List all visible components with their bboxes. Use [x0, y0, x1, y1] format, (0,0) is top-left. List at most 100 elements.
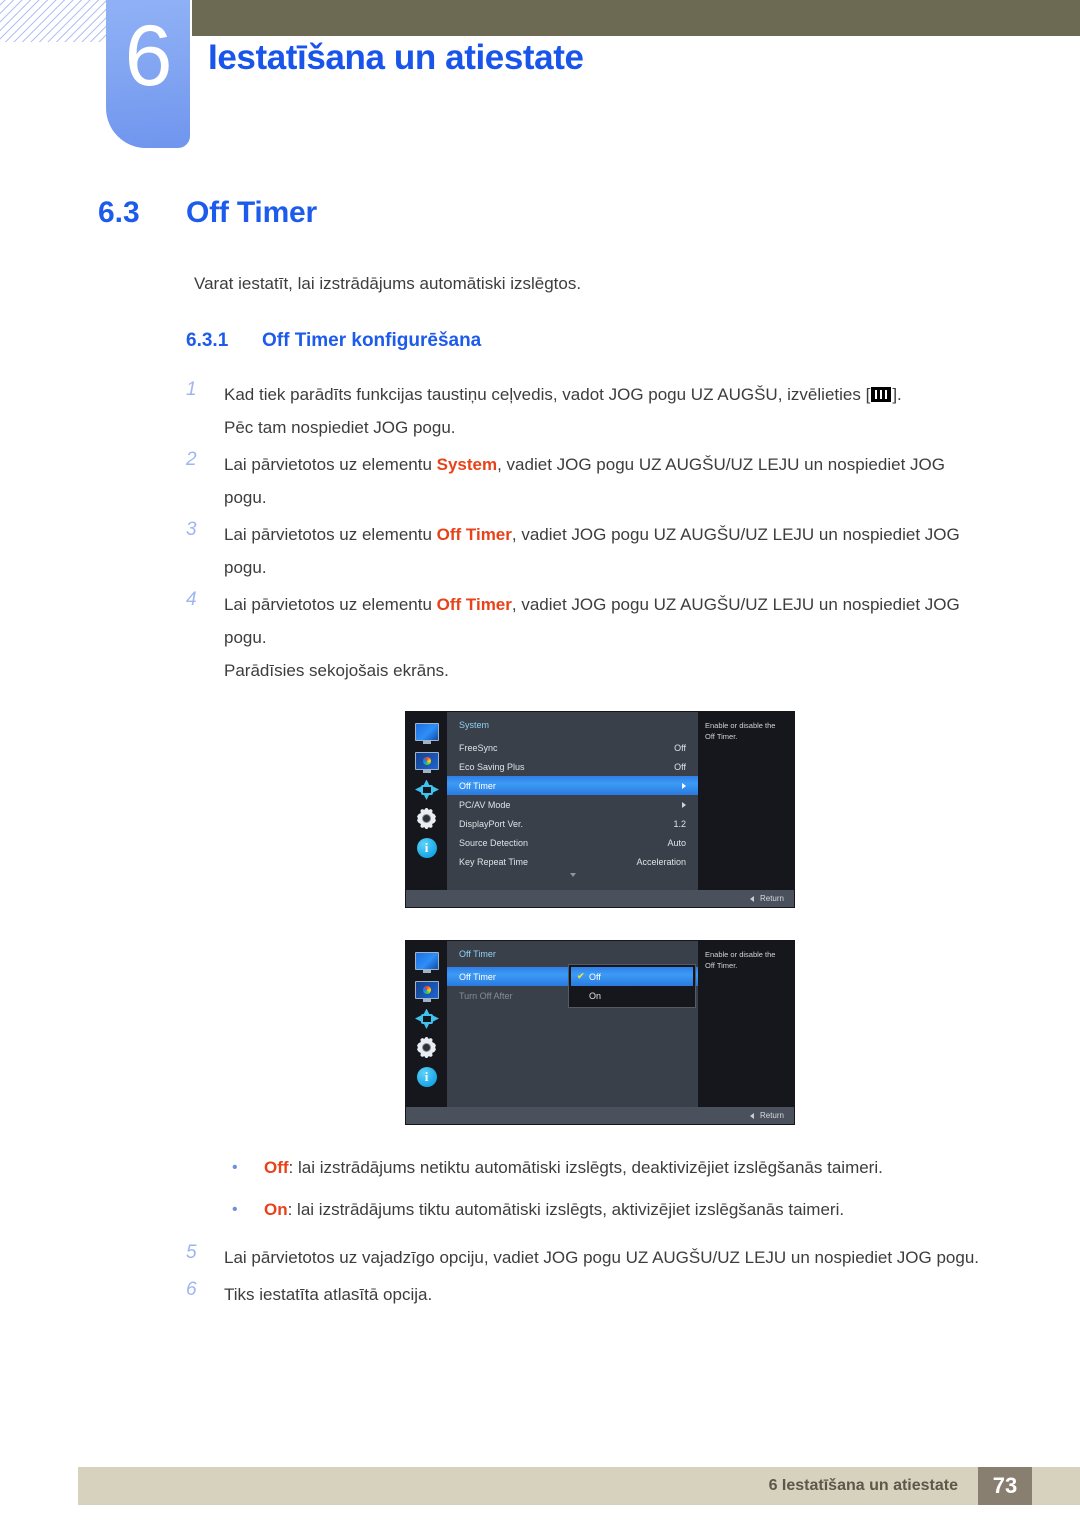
osd-description-panel: Enable or disable the Off Timer.	[698, 941, 794, 1107]
step-text: Lai pārvietotos uz elementu Off Timer, v…	[224, 518, 990, 584]
osd-footer-bar: Return	[406, 1107, 794, 1124]
osd-dropdown-option-off[interactable]: ✔ Off	[571, 967, 693, 986]
chapter-number-badge: 6	[106, 0, 190, 148]
osd-item-label: PC/AV Mode	[459, 799, 511, 810]
osd-item-label: Off Timer	[459, 971, 496, 982]
bullet-item-off: • Off: lai izstrādājums netiktu automāti…	[232, 1151, 1080, 1185]
bullet-highlight-term: Off	[264, 1158, 289, 1177]
osd-dropdown-option-label: Off	[589, 971, 601, 982]
step-text: Tiks iestatīta atlasītā opcija.	[224, 1285, 433, 1304]
info-icon[interactable]: i	[414, 837, 440, 858]
screen-adjust-icon[interactable]	[414, 1008, 440, 1029]
bullet-dot-icon: •	[232, 1201, 238, 1218]
step-number: 2	[186, 449, 197, 470]
step-highlight-term: System	[436, 455, 498, 474]
osd-item-value: 1.2	[673, 818, 686, 829]
tail-step-list: 5 Lai pārvietotos uz vajadzīgo opciju, v…	[186, 1241, 1080, 1311]
bullet-body-text: : lai izstrādājums netiktu automātiski i…	[288, 1158, 883, 1177]
step-text: Lai pārvietotos uz elementu System, vadi…	[224, 448, 990, 514]
step-continuation: Pēc tam nospiediet JOG pogu.	[224, 418, 456, 437]
osd-menu-rows: FreeSync Off Eco Saving Plus Off Off Tim…	[447, 738, 698, 880]
osd-item-label: FreeSync	[459, 742, 498, 753]
monitor-icon[interactable]	[414, 721, 440, 742]
step-item: 4 Lai pārvietotos uz elementu Off Timer,…	[186, 588, 1080, 687]
osd-footer-bar: Return	[406, 890, 794, 907]
step-item: 6 Tiks iestatīta atlasītā opcija.	[186, 1278, 1080, 1311]
page-content: 6.3 Off Timer Varat iestatīt, lai izstrā…	[0, 196, 1080, 1315]
option-bullet-list: • Off: lai izstrādājums netiktu automāti…	[232, 1151, 1080, 1227]
osd-item-label: DisplayPort Ver.	[459, 818, 524, 829]
menu-bars-icon	[871, 387, 892, 402]
osd-item-label: Off Timer	[459, 780, 496, 791]
osd-item-value: Off	[674, 761, 686, 772]
check-icon: ✔	[577, 971, 585, 981]
osd-item-label: Eco Saving Plus	[459, 761, 525, 772]
gear-icon[interactable]	[414, 1037, 440, 1058]
chevron-right-icon	[682, 801, 686, 808]
osd-screenshots: i System FreeSync Off Eco Saving Plus Of…	[405, 711, 1080, 1125]
osd-menu-item-pc-av-mode[interactable]: PC/AV Mode	[447, 795, 698, 814]
picture-color-icon[interactable]	[414, 979, 440, 1000]
gear-icon[interactable]	[414, 808, 440, 829]
osd-item-value: Acceleration	[636, 856, 686, 867]
bullet-body-text: : lai izstrādājums tiktu automātiski izs…	[287, 1200, 845, 1219]
osd-return-label[interactable]: Return	[760, 1111, 784, 1120]
step-number: 6	[186, 1279, 197, 1300]
osd-item-label: Key Repeat Time	[459, 856, 529, 867]
section-intro-text: Varat iestatīt, lai izstrādājums automāt…	[194, 274, 582, 293]
osd-item-label: Source Detection	[459, 837, 529, 848]
subsection-number: 6.3.1	[186, 330, 229, 351]
osd-dropdown-option-on[interactable]: On	[571, 986, 693, 1005]
osd-icon-rail: i	[406, 941, 447, 1107]
footer-chapter-label: 6 Iestatīšana un atiestate	[768, 1477, 958, 1494]
step-item: 3 Lai pārvietotos uz elementu Off Timer,…	[186, 518, 1080, 584]
step-number: 5	[186, 1242, 197, 1263]
osd-menu-panel: Off Timer Off Timer Turn Off After ✔ Off	[447, 941, 698, 1107]
step-highlight-term: Off Timer	[436, 525, 512, 544]
bullet-item-on: • On: lai izstrādājums tiktu automātiski…	[232, 1193, 1080, 1227]
osd-menu-panel: System FreeSync Off Eco Saving Plus Off …	[447, 712, 698, 890]
section-heading: 6.3 Off Timer	[98, 196, 1080, 230]
step-number: 1	[186, 379, 197, 400]
osd-menu-item-source-detection[interactable]: Source Detection Auto	[447, 833, 698, 852]
step-text-before: Lai pārvietotos uz elementu	[224, 455, 437, 474]
step-item: 1 Kad tiek parādīts funkcijas taustiņu c…	[186, 378, 1080, 444]
screen-adjust-icon[interactable]	[414, 779, 440, 800]
monitor-icon[interactable]	[414, 950, 440, 971]
bullet-text: On: lai izstrādājums tiktu automātiski i…	[264, 1193, 844, 1227]
header-olive-bar	[192, 0, 1080, 36]
bullet-highlight-term: On	[264, 1200, 288, 1219]
osd-return-label[interactable]: Return	[760, 894, 784, 903]
step-number: 3	[186, 519, 197, 540]
osd-menu-item-eco-saving-plus[interactable]: Eco Saving Plus Off	[447, 757, 698, 776]
chapter-title: Iestatīšana un atiestate	[208, 38, 584, 77]
bullet-text: Off: lai izstrādājums netiktu automātisk…	[264, 1151, 883, 1185]
step-number: 4	[186, 589, 197, 610]
osd-item-label: Turn Off After	[459, 990, 513, 1001]
bullet-dot-icon: •	[232, 1159, 238, 1176]
page-header: 6 Iestatīšana un atiestate	[0, 0, 1080, 160]
osd-menu-item-displayport-ver[interactable]: DisplayPort Ver. 1.2	[447, 814, 698, 833]
osd-screenshot-system: i System FreeSync Off Eco Saving Plus Of…	[405, 711, 795, 908]
info-icon[interactable]: i	[414, 1066, 440, 1087]
picture-color-icon[interactable]	[414, 750, 440, 771]
osd-dropdown-option-label: On	[589, 990, 602, 1001]
osd-body: i Off Timer Off Timer Turn Off After ✔ O…	[406, 941, 794, 1107]
step-text-after: ].	[892, 385, 902, 404]
step-text: Lai pārvietotos uz elementu Off Timer, v…	[224, 588, 990, 687]
step-text: Kad tiek parādīts funkcijas taustiņu ceļ…	[224, 378, 990, 444]
step-highlight-term: Off Timer	[436, 595, 512, 614]
osd-menu-item-key-repeat-time[interactable]: Key Repeat Time Acceleration	[447, 852, 698, 871]
subsection-title: Off Timer konfigurēšana	[262, 330, 482, 351]
osd-menu-item-freesync[interactable]: FreeSync Off	[447, 738, 698, 757]
step-item: 2 Lai pārvietotos uz elementu System, va…	[186, 448, 1080, 514]
scroll-down-caret-icon[interactable]	[447, 871, 698, 880]
section-number: 6.3	[98, 196, 140, 229]
osd-item-value: Off	[674, 742, 686, 753]
step-continuation: Parādīsies sekojošais ekrāns.	[224, 661, 449, 680]
osd-item-value: Auto	[667, 837, 686, 848]
osd-dropdown-off-timer: ✔ Off On	[568, 964, 696, 1008]
osd-menu-item-off-timer[interactable]: Off Timer	[447, 776, 698, 795]
step-text: Lai pārvietotos uz vajadzīgo opciju, vad…	[224, 1248, 979, 1267]
step-list: 1 Kad tiek parādīts funkcijas taustiņu c…	[186, 378, 1080, 687]
